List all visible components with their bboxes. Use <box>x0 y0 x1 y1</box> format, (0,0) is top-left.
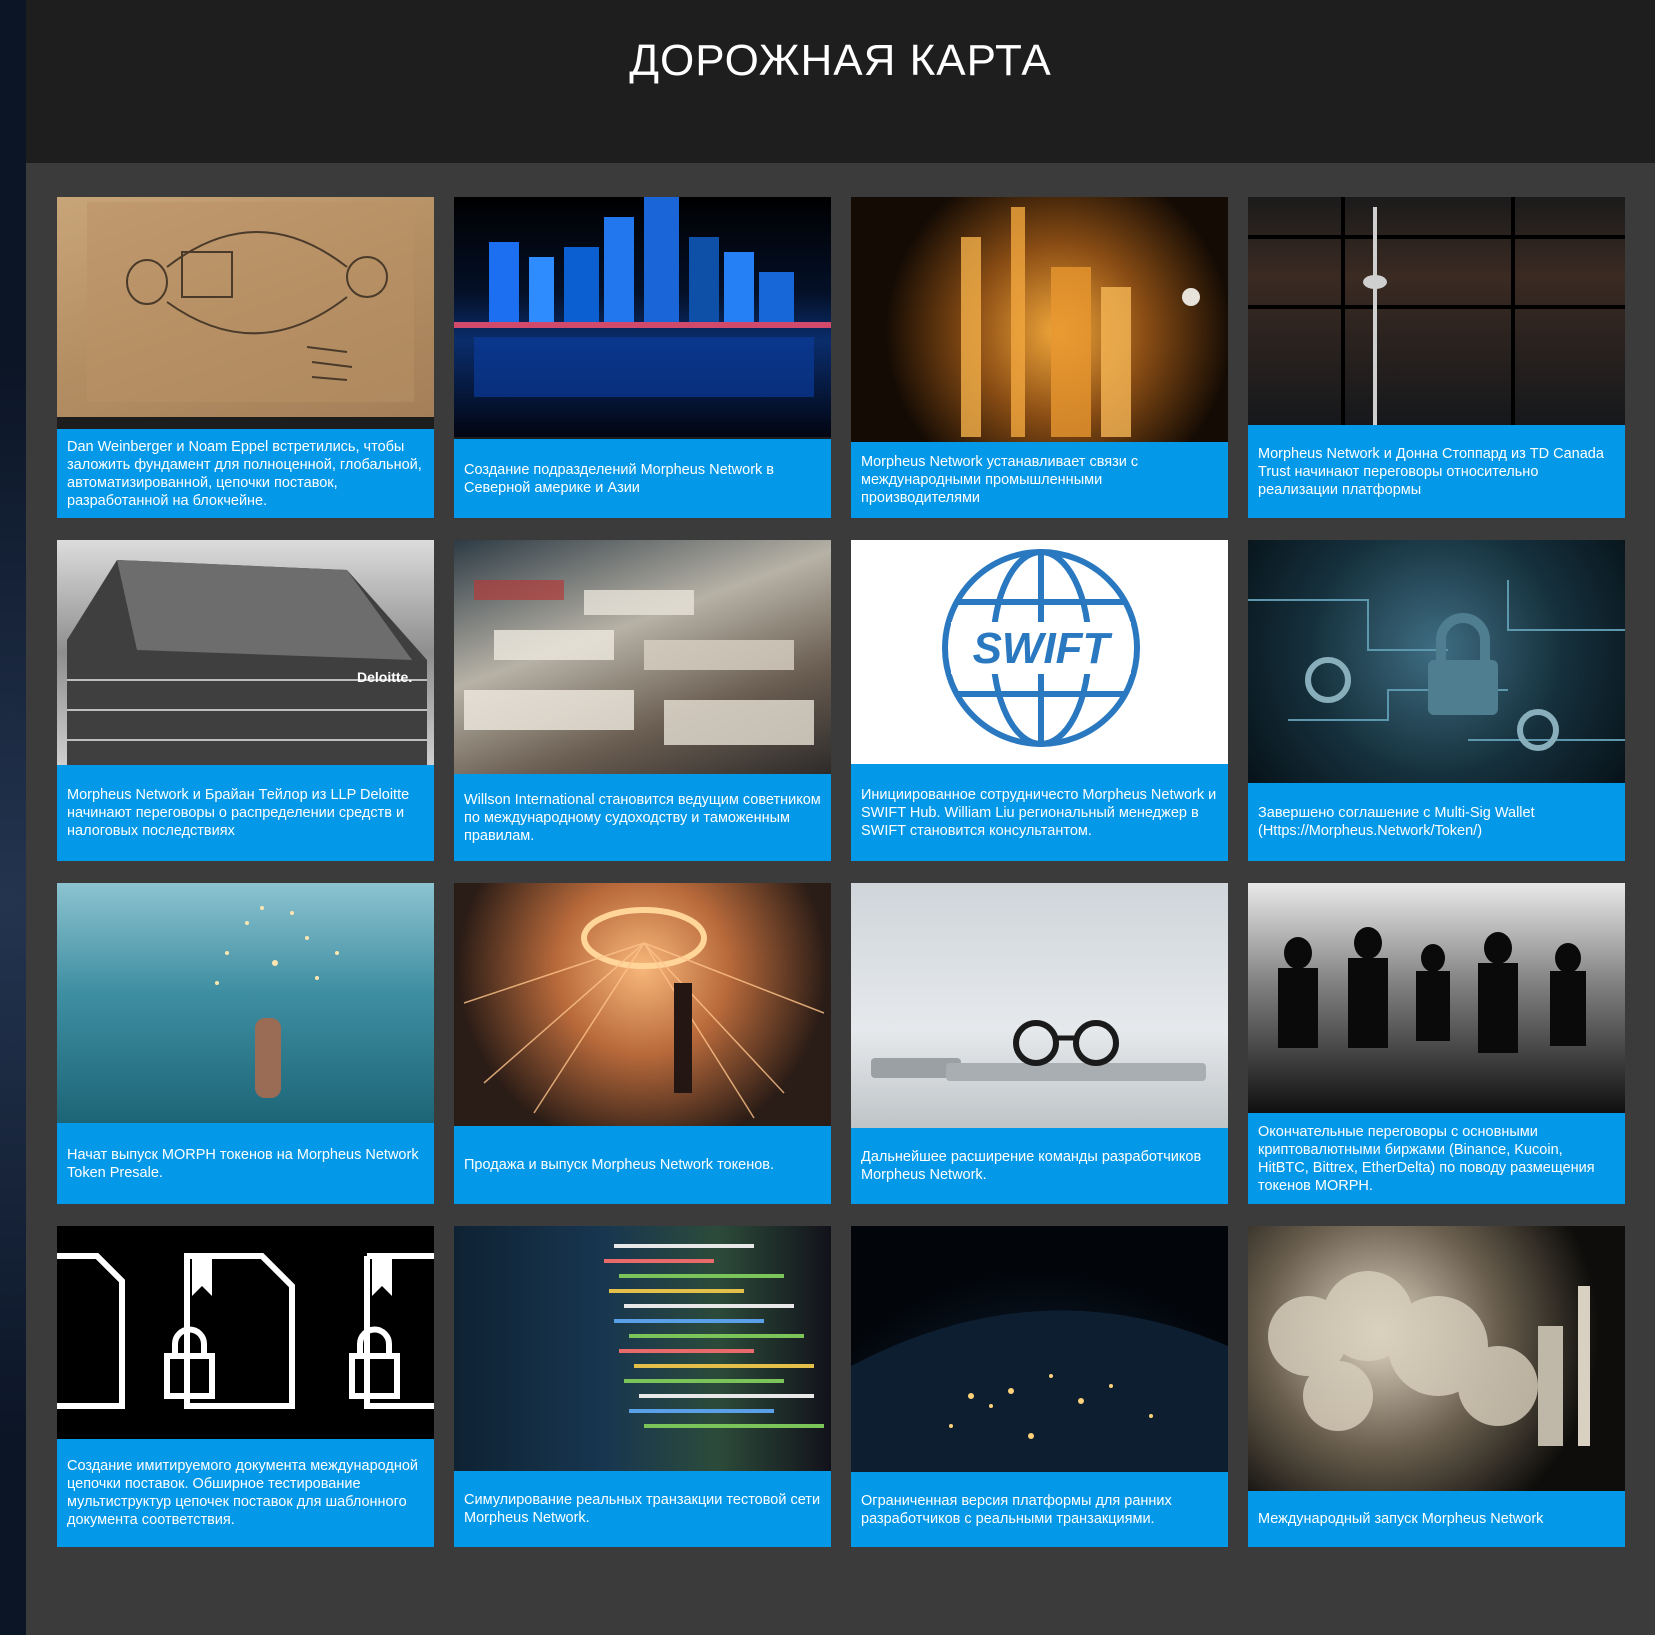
roadmap-grid: Dan Weinberger и Noam Eppel встретились,… <box>57 197 1625 1547</box>
earth-lights-drawing <box>851 1310 1228 1472</box>
roadmap-card-caption: Окончательные переговоры с основными кри… <box>1248 1113 1625 1204</box>
building-drawing: Deloitte. <box>67 560 427 765</box>
cn-tower-image <box>1248 197 1625 425</box>
containers-drawing <box>464 580 814 745</box>
rocket-launch-image <box>1248 1226 1625 1491</box>
swift-logo-image: SWIFT <box>851 540 1228 764</box>
roadmap-card-caption: Симулирование реальных транзакции тестов… <box>454 1471 831 1547</box>
night-city-skyline-image <box>454 197 831 437</box>
roadmap-card[interactable]: Morpheus Network и Донна Стоппард из TD … <box>1248 197 1625 518</box>
roadmap-card[interactable]: Создание подразделений Morpheus Network … <box>454 197 831 518</box>
roadmap-card[interactable]: Dan Weinberger и Noam Eppel встретились,… <box>57 197 434 518</box>
swift-logo-text: SWIFT <box>973 624 1113 673</box>
roadmap-card[interactable]: SWIFT Инициированное сотрудничесто Morph… <box>851 540 1228 861</box>
container-port-image <box>454 540 831 774</box>
roadmap-card-caption: Willson International становится ведущим… <box>454 774 831 861</box>
roadmap-card[interactable]: Morpheus Network устанавливает связи с м… <box>851 197 1228 518</box>
document-lock-icons-image <box>57 1226 434 1439</box>
roadmap-card-caption: Morpheus Network и Брайан Тейлор из LLP … <box>57 765 434 861</box>
roadmap-card[interactable]: Завершено соглашение с Multi-Sig Wallet … <box>1248 540 1625 861</box>
sparks-drawing <box>463 907 825 1119</box>
roadmap-card[interactable]: Deloitte. Morpheus Network и Брайан Тейл… <box>57 540 434 861</box>
city-skyline-drawing <box>454 197 831 397</box>
roadmap-card-caption: Инициированное сотрудничесто Morpheus Ne… <box>851 764 1228 861</box>
deloitte-sign: Deloitte. <box>357 669 412 685</box>
roadmap-card[interactable]: Ограниченная версия платформы для ранних… <box>851 1226 1228 1547</box>
roadmap-card-caption: Завершено соглашение с Multi-Sig Wallet … <box>1248 783 1625 861</box>
meeting-silhouettes-image <box>1248 883 1625 1113</box>
earth-night-lights-image <box>851 1226 1228 1472</box>
roadmap-card-caption: Создание имитируемого документа междунар… <box>57 1439 434 1547</box>
napkin-sketch-drawing <box>87 202 414 402</box>
swift-globe-icon: SWIFT <box>942 549 1140 747</box>
roadmap-card[interactable]: Окончательные переговоры с основными кри… <box>1248 883 1625 1204</box>
roadmap-card[interactable]: Начат выпуск MORPH токенов на Morpheus N… <box>57 883 434 1204</box>
launch-smoke-drawing <box>1268 1271 1590 1446</box>
roadmap-card[interactable]: Дальнейшее расширение команды разработчи… <box>851 883 1228 1204</box>
napkin-sketch-image <box>57 197 434 417</box>
circuit-keys-image <box>1248 540 1625 783</box>
roadmap-card[interactable]: Willson International становится ведущим… <box>454 540 831 861</box>
left-background-strip <box>0 0 26 1635</box>
plant-drawing <box>961 207 1200 437</box>
glasses-drawing <box>871 1020 1206 1081</box>
roadmap-card-caption: Dan Weinberger и Noam Eppel встретились,… <box>57 429 434 518</box>
steel-wool-sparks-image <box>454 883 831 1126</box>
roadmap-card-caption: Продажа и выпуск Morpheus Network токено… <box>454 1126 831 1204</box>
roadmap-card[interactable]: Международный запуск Morpheus Network <box>1248 1226 1625 1547</box>
roadmap-card-caption: Ограниченная версия платформы для ранних… <box>851 1472 1228 1547</box>
roadmap-card-caption: Международный запуск Morpheus Network <box>1248 1491 1625 1547</box>
page-title: ДОРОЖНАЯ КАРТА <box>629 35 1052 85</box>
roadmap-card-caption: Дальнейшее расширение команды разработчи… <box>851 1128 1228 1204</box>
roadmap-section: ДОРОЖНАЯ КАРТА Dan Weinberger и Noam Epp… <box>26 0 1655 1635</box>
roadmap-card-caption: Morpheus Network и Донна Стоппард из TD … <box>1248 425 1625 518</box>
roadmap-header: ДОРОЖНАЯ КАРТА <box>26 0 1655 163</box>
industrial-plant-image <box>851 197 1228 442</box>
code-lines-drawing <box>604 1244 824 1428</box>
sparkler-in-sea-image <box>57 883 434 1123</box>
roadmap-card[interactable]: Создание имитируемого документа междунар… <box>57 1226 434 1547</box>
silhouettes-drawing <box>1278 927 1586 1053</box>
document-lock-icon <box>57 1253 434 1409</box>
roadmap-card-caption: Morpheus Network устанавливает связи с м… <box>851 442 1228 518</box>
tower-drawing <box>1248 197 1625 425</box>
padlock-icon <box>1248 580 1625 751</box>
code-screen-image <box>454 1226 831 1471</box>
glasses-on-laptop-image <box>851 883 1228 1128</box>
roadmap-card-caption: Начат выпуск MORPH токенов на Morpheus N… <box>57 1123 434 1204</box>
sparkler-drawing <box>215 906 339 1098</box>
roadmap-card[interactable]: Продажа и выпуск Morpheus Network токено… <box>454 883 831 1204</box>
roadmap-card[interactable]: Симулирование реальных транзакции тестов… <box>454 1226 831 1547</box>
roadmap-card-caption: Создание подразделений Morpheus Network … <box>454 439 831 518</box>
deloitte-building-image: Deloitte. <box>57 540 434 765</box>
